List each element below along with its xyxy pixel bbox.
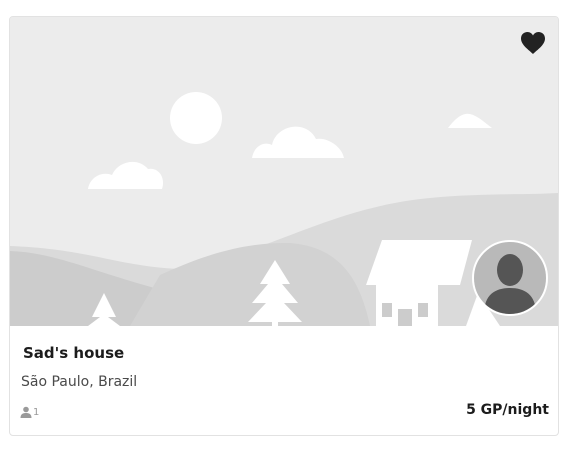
listing-location: São Paulo, Brazil <box>21 374 138 390</box>
default-user-silhouette-icon <box>484 254 536 314</box>
favorite-button[interactable] <box>519 30 547 56</box>
host-avatar[interactable] <box>472 240 548 316</box>
heart-icon <box>521 32 545 54</box>
listing-photo-placeholder[interactable] <box>10 17 558 326</box>
guest-capacity: 1 <box>20 404 39 420</box>
listing-info: Sad's house São Paulo, Brazil 1 5 GP/nig… <box>10 326 558 435</box>
person-icon <box>20 406 32 418</box>
listing-title[interactable]: Sad's house <box>23 344 124 362</box>
listing-card[interactable]: Sad's house São Paulo, Brazil 1 5 GP/nig… <box>9 16 559 436</box>
listing-price: 5 GP/night <box>466 402 549 418</box>
guest-count: 1 <box>33 406 40 418</box>
